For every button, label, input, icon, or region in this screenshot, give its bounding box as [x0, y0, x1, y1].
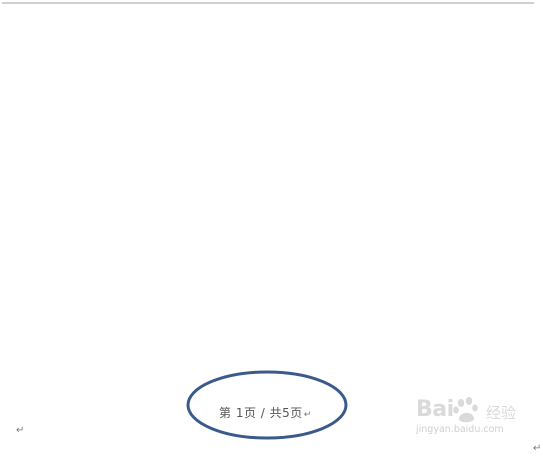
watermark-url: jingyan.baidu.com — [416, 424, 504, 435]
watermark-name: 经验 — [486, 404, 517, 422]
document-page: 第 1页 / 共5页↵ ↵ ↵ Bai 经验 jingyan.baidu.com — [0, 0, 543, 457]
baidu-paw-icon — [453, 397, 478, 423]
highlight-ellipse — [186, 370, 348, 440]
watermark-logo-text: Bai — [416, 397, 454, 422]
baidu-jingyan-watermark: Bai 经验 jingyan.baidu.com — [416, 397, 536, 443]
paragraph-mark-icon: ↵ — [533, 443, 542, 454]
header-rule — [2, 2, 534, 4]
paragraph-mark-icon: ↵ — [16, 425, 25, 436]
